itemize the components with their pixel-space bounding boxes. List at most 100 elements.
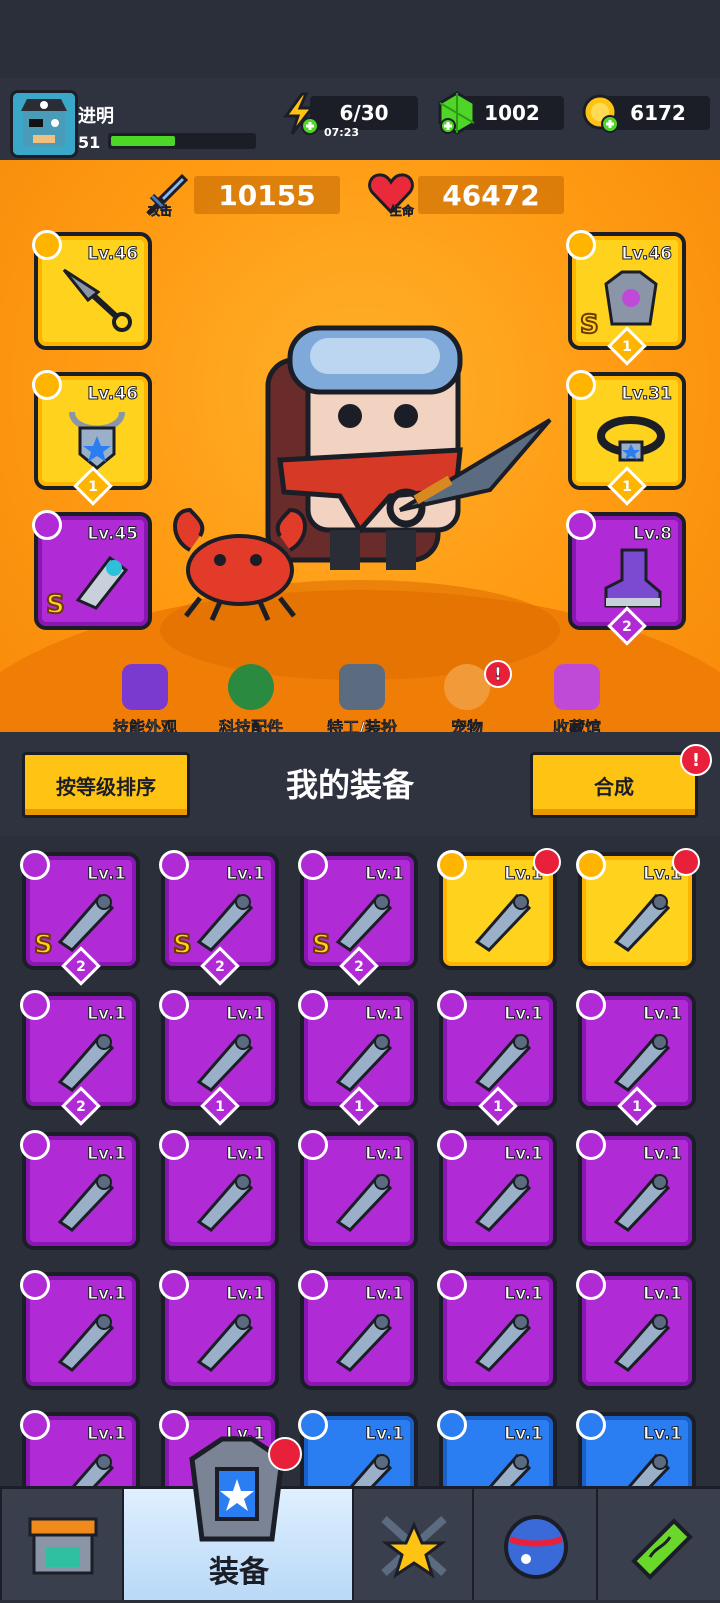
item-level: Lv.1	[226, 1284, 266, 1305]
s-grade-mark: S	[311, 929, 332, 961]
equipped-necklace-slot[interactable]: Lv.46 1	[32, 370, 152, 506]
inventory-item[interactable]: Lv.1	[576, 848, 700, 970]
inventory-item[interactable]: Lv.1 1	[159, 990, 279, 1126]
merge-button[interactable]: 合成	[530, 752, 698, 818]
inventory-item[interactable]: Lv.1	[437, 1130, 557, 1250]
nav-tab-planet[interactable]	[472, 1489, 598, 1600]
belt-icon	[613, 1313, 671, 1372]
necklace-shield-icon	[57, 1313, 115, 1372]
s-grade-mark: S	[579, 309, 600, 341]
inventory-item[interactable]: Lv.1	[576, 1130, 696, 1250]
stage-menu-skill-skin[interactable]: 技能外观	[100, 664, 190, 738]
stage-menu-tech-part[interactable]: 科技配件	[206, 664, 296, 738]
pet-alert-badge: !	[484, 660, 512, 688]
weapon-slot-icon	[576, 1410, 606, 1440]
inventory-item[interactable]: Lv.1	[576, 1410, 696, 1486]
star-rank: 2	[76, 1099, 86, 1115]
item-level: Lv.46	[87, 384, 139, 405]
armor-slot-icon	[298, 850, 328, 880]
inventory-item[interactable]: Lv.1 S 2	[298, 850, 418, 986]
item-level: Lv.46	[621, 244, 673, 265]
energy-counter[interactable]: 6/30	[310, 96, 418, 130]
star-rank: 1	[622, 479, 632, 495]
item-level: Lv.1	[365, 1284, 405, 1305]
nav-tab-gene[interactable]	[596, 1489, 720, 1600]
mech-glove-icon	[474, 893, 532, 952]
item-level: Lv.1	[643, 1004, 683, 1025]
s-grade-mark: S	[45, 589, 66, 621]
item-level: Lv.1	[226, 1144, 266, 1165]
equipped-glove-slot[interactable]: Lv.45 S	[32, 510, 152, 630]
stage-menu-collection[interactable]: 收藏馆	[532, 664, 622, 738]
equipped-weapon-slot[interactable]: Lv.46	[32, 230, 152, 350]
inventory-item[interactable]: Lv.1	[298, 1270, 418, 1390]
inventory-item[interactable]: Lv.1	[298, 1130, 418, 1250]
inventory-item[interactable]: Lv.1	[159, 1270, 279, 1390]
sort-by-level-button[interactable]: 按等级排序	[22, 752, 190, 818]
weapon-slot-icon	[437, 1410, 467, 1440]
collection-icon	[554, 664, 600, 710]
inventory-item[interactable]: Lv.1	[20, 1130, 140, 1250]
equipped-armor-slot[interactable]: Lv.46 S 1	[566, 230, 686, 366]
inventory-item[interactable]: Lv.1	[20, 1410, 140, 1486]
item-level: Lv.1	[226, 864, 266, 885]
agent-costume-icon	[339, 664, 385, 710]
glove-slot-icon	[437, 850, 467, 880]
inventory-item[interactable]: Lv.1 S 2	[20, 850, 140, 986]
energy-bolt-icon[interactable]	[278, 92, 322, 136]
glove-slot-icon	[20, 1410, 50, 1440]
belt-icon	[597, 416, 665, 462]
inventory-item[interactable]: Lv.1	[576, 1270, 696, 1390]
status-bar	[0, 0, 720, 78]
item-level: Lv.1	[365, 864, 405, 885]
inventory-title: 我的装备	[286, 766, 415, 804]
item-level: Lv.1	[226, 1004, 266, 1025]
lantern-necklace-icon	[613, 1173, 671, 1232]
player-avatar[interactable]	[10, 90, 78, 158]
weapon-slot-icon	[20, 1130, 50, 1160]
armor-slot-icon	[298, 990, 328, 1020]
inventory-item[interactable]: Lv.1 2	[20, 990, 140, 1126]
vest-icon	[474, 1033, 532, 1092]
hero-character[interactable]	[160, 320, 580, 630]
inventory-item[interactable]: Lv.1	[437, 848, 561, 970]
inventory-item[interactable]: Lv.1 1	[437, 990, 557, 1126]
shop-icon	[28, 1517, 98, 1575]
item-level: Lv.1	[87, 1424, 127, 1445]
coin-icon[interactable]	[580, 92, 624, 136]
inventory-item[interactable]: Lv.1	[437, 1410, 557, 1486]
star-rank: 1	[354, 1099, 364, 1115]
armor-slot-icon	[437, 1130, 467, 1160]
gem-value: 1002	[484, 101, 540, 125]
gem-icon[interactable]	[434, 90, 480, 136]
inventory-item[interactable]: Lv.1	[298, 1410, 418, 1486]
dna-capsule-icon	[631, 1518, 693, 1580]
star-rank: 2	[622, 619, 632, 635]
sneaker-icon	[613, 1033, 671, 1092]
item-level: Lv.1	[643, 1144, 683, 1165]
nav-tab-battle[interactable]	[352, 1489, 474, 1600]
star-rank: 2	[76, 959, 86, 975]
equipped-boots-slot[interactable]: Lv.8 2	[566, 510, 686, 646]
boots-slot-icon	[566, 510, 596, 540]
inventory-item[interactable]: Lv.1	[159, 1130, 279, 1250]
katana-icon	[196, 1173, 254, 1232]
stage-menu-pet[interactable]: 宠物 !	[422, 660, 512, 738]
inventory-grid: Lv.1 S 2 Lv.1 S 2 Lv.1 S 2 Lv.1 Lv.1 Lv.1 2 Lv.1 1 Lv.1…	[0, 836, 720, 1486]
nav-tab-equipment[interactable]: 装备	[122, 1436, 354, 1600]
nav-tab-shop[interactable]	[0, 1489, 124, 1600]
player-name: 进明	[78, 106, 114, 127]
inventory-item[interactable]: Lv.1 1	[298, 990, 418, 1126]
inventory-item[interactable]: Lv.1 S 2	[159, 850, 279, 986]
necklace-shield-icon	[196, 1313, 254, 1372]
inventory-item[interactable]: Lv.1	[437, 1270, 557, 1390]
energy-value: 6/30	[339, 101, 389, 125]
stage-menu-agent-costume[interactable]: 特工/装扮	[314, 664, 410, 738]
boots-icon	[604, 548, 662, 608]
inventory-item[interactable]: Lv.1 1	[576, 990, 696, 1126]
equipped-belt-slot[interactable]: Lv.31 1	[566, 370, 686, 506]
s-grade-mark: S	[172, 929, 193, 961]
item-level: Lv.8	[633, 524, 673, 545]
gauntlet-icon	[75, 555, 129, 610]
inventory-item[interactable]: Lv.1	[20, 1270, 140, 1390]
